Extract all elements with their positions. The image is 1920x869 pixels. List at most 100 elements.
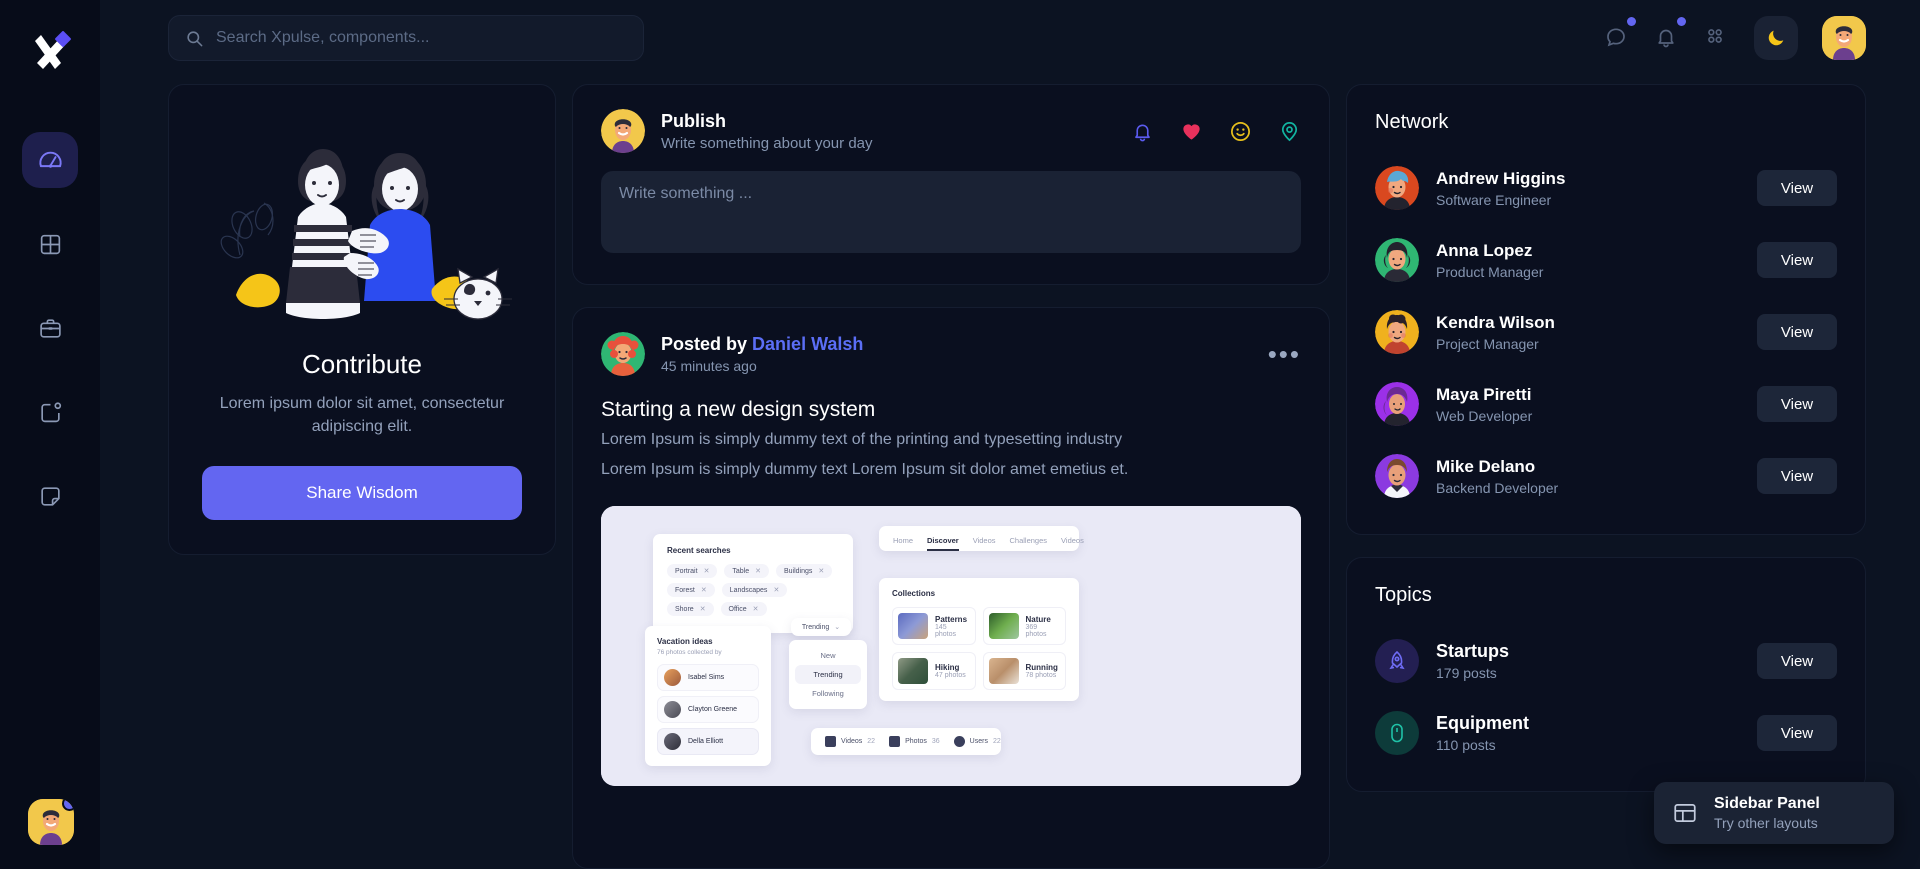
mock-collection-name: Hiking <box>935 663 960 672</box>
mock-person-name: Della Elliott <box>688 738 724 745</box>
contribute-title: Contribute <box>302 349 422 379</box>
avatar <box>1375 166 1419 210</box>
mock-chip[interactable]: Buildings ✕ <box>775 564 833 578</box>
apps-grid-icon <box>1708 29 1722 43</box>
mock-person-row[interactable]: Clayton Greene <box>657 696 759 723</box>
mock-vacation-title: Vacation ideas <box>657 637 713 646</box>
network-person-name: Andrew Higgins <box>1436 168 1566 188</box>
avatar-illustration <box>1375 238 1419 282</box>
sidebar-item-dashboard[interactable] <box>22 132 78 188</box>
sidebar-item-notes[interactable] <box>22 468 78 524</box>
mock-collection-item[interactable]: Patterns 145 photos <box>892 607 976 645</box>
tooltip-text: Sidebar Panel Try other layouts <box>1714 795 1820 831</box>
mock-collections-grid: Patterns 145 photos Nature 369 photos Hiki… <box>892 607 1066 690</box>
sidebar-panel-tooltip[interactable]: Sidebar Panel Try other layouts <box>1654 782 1894 844</box>
network-view-button[interactable]: View <box>1757 458 1837 494</box>
mock-stat-photos[interactable]: Photos 36 <box>889 736 940 747</box>
location-button[interactable] <box>1278 120 1301 143</box>
network-person-info: Andrew Higgins Software Engineer <box>1436 169 1565 208</box>
network-view-button[interactable]: View <box>1757 386 1837 422</box>
messages-button[interactable] <box>1604 17 1636 51</box>
network-row: Andrew Higgins Software Engineer View <box>1375 156 1837 220</box>
sidebar-item-notifications[interactable] <box>22 384 78 440</box>
contribute-card: Contribute Lorem ipsum dolor sit amet, c… <box>168 84 556 556</box>
mock-stats-row: Videos 22 Photos 36 Users 22 <box>825 736 1001 747</box>
avatar <box>1375 310 1419 354</box>
mock-collection-count: 47 photos <box>935 672 966 679</box>
mock-menu-item[interactable]: Following <box>795 684 861 703</box>
like-button[interactable] <box>1180 120 1203 143</box>
post-byline: Posted by Daniel Walsh <box>661 334 863 355</box>
mock-sort-value: Trending <box>801 623 830 631</box>
network-person-info: Maya Piretti Web Developer <box>1436 385 1532 424</box>
contribute-illustration <box>169 85 555 335</box>
mock-person-row[interactable]: Della Elliott <box>657 728 759 755</box>
mock-collection-thumb <box>988 658 1019 684</box>
briefcase-icon <box>39 318 61 338</box>
mock-stat-label: Videos <box>841 738 863 745</box>
apps-button[interactable] <box>1704 25 1730 51</box>
app-logo[interactable] <box>7 14 93 90</box>
mock-tab[interactable]: Videos <box>1061 536 1084 545</box>
mock-chip[interactable]: Landscapes ✕ <box>721 583 788 597</box>
grid-squares-icon <box>40 234 60 254</box>
mock-menu-item[interactable]: New <box>795 646 861 665</box>
publish-textarea[interactable] <box>601 171 1301 253</box>
topic-view-button[interactable]: View <box>1757 643 1837 679</box>
search-bar[interactable] <box>168 15 644 61</box>
mock-stat-videos[interactable]: Videos 22 <box>825 736 875 747</box>
theme-toggle-button[interactable] <box>1754 16 1798 60</box>
mock-person-row[interactable]: Isabel Sims <box>657 664 759 691</box>
notifications-button[interactable] <box>1654 17 1686 51</box>
sticky-note-icon <box>40 486 60 506</box>
mock-sort-dropdown-trigger[interactable]: Trending ⌄ <box>791 618 851 636</box>
reminder-button[interactable] <box>1131 120 1154 143</box>
mock-collection-item[interactable]: Nature 369 photos <box>982 607 1066 645</box>
mock-tab[interactable]: Home <box>893 536 913 545</box>
topic-name: Equipment <box>1436 713 1529 733</box>
xpulse-logo-icon <box>35 31 71 69</box>
mock-vacation-subtitle: 76 photos collected by <box>657 649 722 656</box>
mock-collection-item[interactable]: Hiking 47 photos <box>892 652 976 690</box>
emoji-button[interactable] <box>1229 120 1252 143</box>
sidebar-item-briefcase[interactable] <box>22 300 78 356</box>
mock-stat-count: 22 <box>992 738 1001 745</box>
network-person-role: Product Manager <box>1436 263 1544 280</box>
network-person-role: Backend Developer <box>1436 479 1559 496</box>
search-input[interactable] <box>216 29 627 47</box>
profile-avatar-button[interactable] <box>1822 16 1866 60</box>
post-media-image[interactable]: Recent searches Portrait ✕ Table ✕ Buildin… <box>601 506 1301 786</box>
topic-posts: 110 posts <box>1436 737 1496 753</box>
topic-view-button[interactable]: View <box>1757 715 1837 751</box>
mock-tab-active[interactable]: Discover <box>927 536 959 551</box>
notification-square-icon <box>40 401 61 422</box>
page-body: Contribute Lorem ipsum dolor sit amet, c… <box>100 76 1920 869</box>
mock-chip[interactable]: Table ✕ <box>724 564 769 578</box>
mock-chip[interactable]: Portrait ✕ <box>667 564 718 578</box>
mock-collection-item[interactable]: Running 78 photos <box>982 652 1066 690</box>
mock-recent-search-chips: Portrait ✕ Table ✕ Buildings ✕ Forest ✕ Land… <box>667 564 839 621</box>
post-author-avatar[interactable] <box>601 332 645 376</box>
mock-menu-item-active[interactable]: Trending <box>795 665 861 684</box>
left-sidebar <box>0 0 100 869</box>
mock-chip[interactable]: Shore ✕ <box>667 602 714 616</box>
sidebar-user-avatar[interactable] <box>28 799 74 845</box>
mock-chip[interactable]: Forest ✕ <box>667 583 715 597</box>
network-view-button[interactable]: View <box>1757 170 1837 206</box>
mock-sort-dropdown-menu: New Trending Following <box>789 640 867 709</box>
network-view-button[interactable]: View <box>1757 314 1837 350</box>
mock-collection-count: 145 photos <box>935 623 957 638</box>
post-more-options-button[interactable]: ••• <box>1268 341 1301 367</box>
sidebar-item-grid[interactable] <box>22 216 78 272</box>
mock-collection-name: Nature <box>1025 614 1051 624</box>
main-content: Contribute Lorem ipsum dolor sit amet, c… <box>100 0 1920 869</box>
share-wisdom-button[interactable]: Share Wisdom <box>202 466 522 521</box>
mock-tab[interactable]: Videos <box>973 536 996 545</box>
mock-chip[interactable]: Office ✕ <box>720 602 767 616</box>
mock-stat-users[interactable]: Users 22 <box>953 736 1001 747</box>
network-view-button[interactable]: View <box>1757 242 1837 278</box>
mock-tab[interactable]: Challenges <box>1010 536 1048 545</box>
post-author-link[interactable]: Daniel Walsh <box>752 334 863 354</box>
mock-person-avatar <box>664 669 681 686</box>
contribute-description: Lorem ipsum dolor sit amet, consectetur … <box>219 395 505 436</box>
